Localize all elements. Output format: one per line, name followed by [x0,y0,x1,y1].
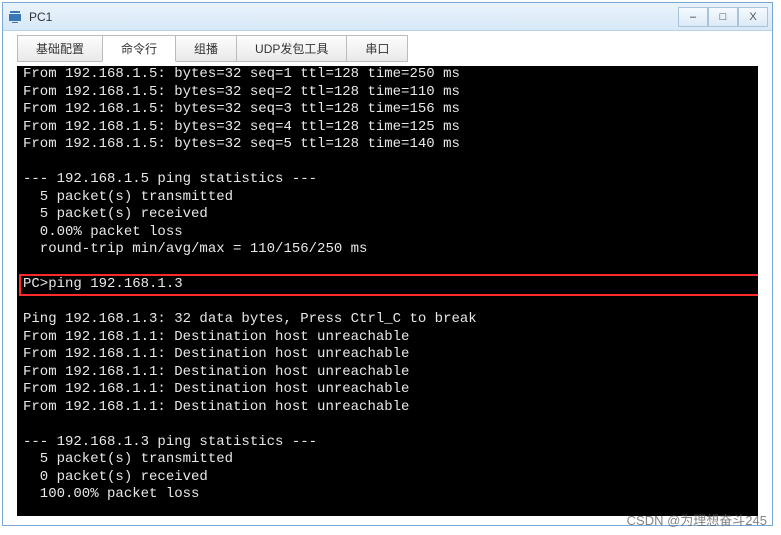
terminal-line: From 192.168.1.5: bytes=32 seq=1 ttl=128… [23,66,752,84]
minimize-button[interactable]: – [678,7,708,27]
terminal-line: round-trip min/avg/max = 110/156/250 ms [23,241,752,259]
terminal-line: From 192.168.1.1: Destination host unrea… [23,329,752,347]
terminal-line: --- 192.168.1.3 ping statistics --- [23,434,752,452]
terminal-line: 0 packet(s) received [23,469,752,487]
app-icon [7,9,23,25]
terminal-line: Ping 192.168.1.3: 32 data bytes, Press C… [23,311,752,329]
terminal-container: From 192.168.1.5: bytes=32 seq=1 ttl=128… [17,66,758,516]
terminal-line: From 192.168.1.1: Destination host unrea… [23,346,752,364]
tab-bar: 基础配置 命令行 组播 UDP发包工具 串口 [3,31,772,62]
terminal-line: From 192.168.1.5: bytes=32 seq=2 ttl=128… [23,84,752,102]
terminal-line [23,416,752,434]
terminal-line: PC>ping 192.168.1.3 [23,276,752,294]
titlebar: PC1 – □ X [3,3,772,31]
terminal-line: From 192.168.1.5: bytes=32 seq=4 ttl=128… [23,119,752,137]
maximize-button[interactable]: □ [708,7,738,27]
terminal-output[interactable]: From 192.168.1.5: bytes=32 seq=1 ttl=128… [17,66,758,516]
terminal-line: From 192.168.1.1: Destination host unrea… [23,381,752,399]
watermark: CSDN @为理想奋斗245 [627,510,767,529]
tab-udp-tool[interactable]: UDP发包工具 [236,35,347,62]
window-controls: – □ X [678,7,768,27]
terminal-line: From 192.168.1.5: bytes=32 seq=5 ttl=128… [23,136,752,154]
tab-serial[interactable]: 串口 [346,35,408,62]
terminal-line: 5 packet(s) received [23,206,752,224]
close-button[interactable]: X [738,7,768,27]
terminal-line: 5 packet(s) transmitted [23,451,752,469]
terminal-line: From 192.168.1.1: Destination host unrea… [23,399,752,417]
app-window: PC1 – □ X 基础配置 命令行 组播 UDP发包工具 串口 From 19… [2,2,773,526]
terminal-line: 0.00% packet loss [23,224,752,242]
tab-basic-config[interactable]: 基础配置 [17,35,103,62]
terminal-line: --- 192.168.1.5 ping statistics --- [23,171,752,189]
tab-command-line[interactable]: 命令行 [102,35,176,62]
terminal-line [23,154,752,172]
window-title: PC1 [29,10,678,24]
terminal-line: 100.00% packet loss [23,486,752,504]
terminal-line [23,294,752,312]
terminal-line [23,259,752,277]
terminal-line: From 192.168.1.1: Destination host unrea… [23,364,752,382]
tab-multicast[interactable]: 组播 [175,35,237,62]
terminal-line: From 192.168.1.5: bytes=32 seq=3 ttl=128… [23,101,752,119]
terminal-line: 5 packet(s) transmitted [23,189,752,207]
